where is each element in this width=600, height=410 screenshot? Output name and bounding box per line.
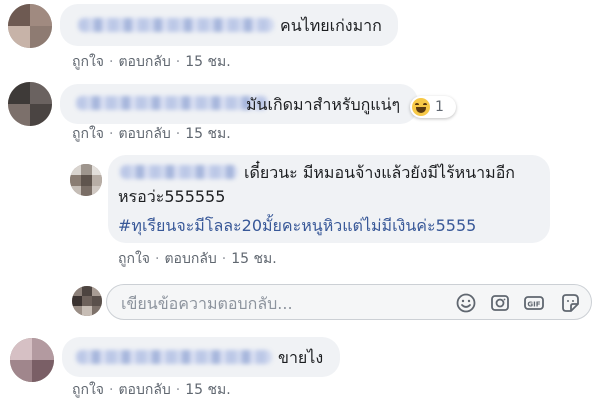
avatar xyxy=(72,286,102,316)
like-link[interactable]: ถูกใจ xyxy=(118,251,150,267)
separator: · xyxy=(175,54,181,70)
separator: · xyxy=(109,126,114,142)
comment-bubble: เดี๋ยวนะ มีหมอนจ้างแล้วยังมีไร้หนามอีก ห… xyxy=(108,155,550,243)
comment-bubble: มันเกิดมาสำหรับกูแน่ๆ xyxy=(60,84,418,124)
reaction-badge[interactable]: 1 xyxy=(410,96,456,118)
reaction-count: 1 xyxy=(435,99,444,115)
reply-input[interactable] xyxy=(119,292,453,314)
reply-link[interactable]: ตอบกลับ xyxy=(118,126,170,142)
timestamp[interactable]: 15 ชม. xyxy=(185,54,230,70)
avatar[interactable] xyxy=(70,164,102,196)
avatar[interactable] xyxy=(10,338,54,382)
separator: · xyxy=(175,126,181,142)
reply-box: GIF xyxy=(106,284,592,320)
author-name[interactable] xyxy=(76,350,272,364)
avatar[interactable] xyxy=(8,4,52,48)
gif-icon[interactable]: GIF xyxy=(523,292,545,314)
author-name[interactable] xyxy=(78,18,274,32)
comment-text: คนไทยเก่งมาก xyxy=(280,16,382,35)
hashtag-link[interactable]: #ทุเรียนจะมีโลละ20มั้ยคะหนูหิวแต่ไม่มีเง… xyxy=(118,214,476,239)
comment-bubble: ขายไง xyxy=(62,337,340,377)
comment-text-line-1: เดี๋ยวนะ มีหมอนจ้างแล้วยังมีไร้หนามอีก xyxy=(244,163,515,182)
camera-icon[interactable] xyxy=(489,292,511,314)
sticker-icon[interactable] xyxy=(559,292,581,314)
reply-link[interactable]: ตอบกลับ xyxy=(118,382,170,398)
like-link[interactable]: ถูกใจ xyxy=(72,382,104,398)
timestamp[interactable]: 15 ชม. xyxy=(185,382,230,398)
separator: · xyxy=(109,54,114,70)
timestamp[interactable]: 15 ชม. xyxy=(185,126,230,142)
emoji-icon[interactable] xyxy=(455,292,477,314)
separator: · xyxy=(175,382,181,398)
reply-link[interactable]: ตอบกลับ xyxy=(118,54,170,70)
separator: · xyxy=(155,251,160,267)
author-name[interactable] xyxy=(76,96,268,110)
comment-actions: ถูกใจ · ตอบกลับ · 15 ชม. xyxy=(72,123,231,145)
laughing-emoji-icon xyxy=(412,98,430,116)
comment-text-line-2: หรอว่ะ555555 xyxy=(118,187,226,206)
svg-text:GIF: GIF xyxy=(527,301,540,309)
timestamp[interactable]: 15 ชม. xyxy=(231,251,276,267)
author-name[interactable] xyxy=(120,165,238,179)
like-link[interactable]: ถูกใจ xyxy=(72,54,104,70)
comment-bubble: คนไทยเก่งมาก xyxy=(60,4,398,46)
comment-actions: ถูกใจ · ตอบกลับ · 15 ชม. xyxy=(72,51,231,73)
comment-actions: ถูกใจ · ตอบกลับ · 15 ชม. xyxy=(118,248,277,270)
reply-link[interactable]: ตอบกลับ xyxy=(164,251,216,267)
separator: · xyxy=(221,251,227,267)
avatar[interactable] xyxy=(8,82,52,126)
like-link[interactable]: ถูกใจ xyxy=(72,126,104,142)
comment-actions: ถูกใจ · ตอบกลับ · 15 ชม. xyxy=(72,379,231,401)
comment-text: มันเกิดมาสำหรับกูแน่ๆ xyxy=(246,95,401,114)
separator: · xyxy=(109,382,114,398)
comment-text: ขายไง xyxy=(278,348,324,367)
